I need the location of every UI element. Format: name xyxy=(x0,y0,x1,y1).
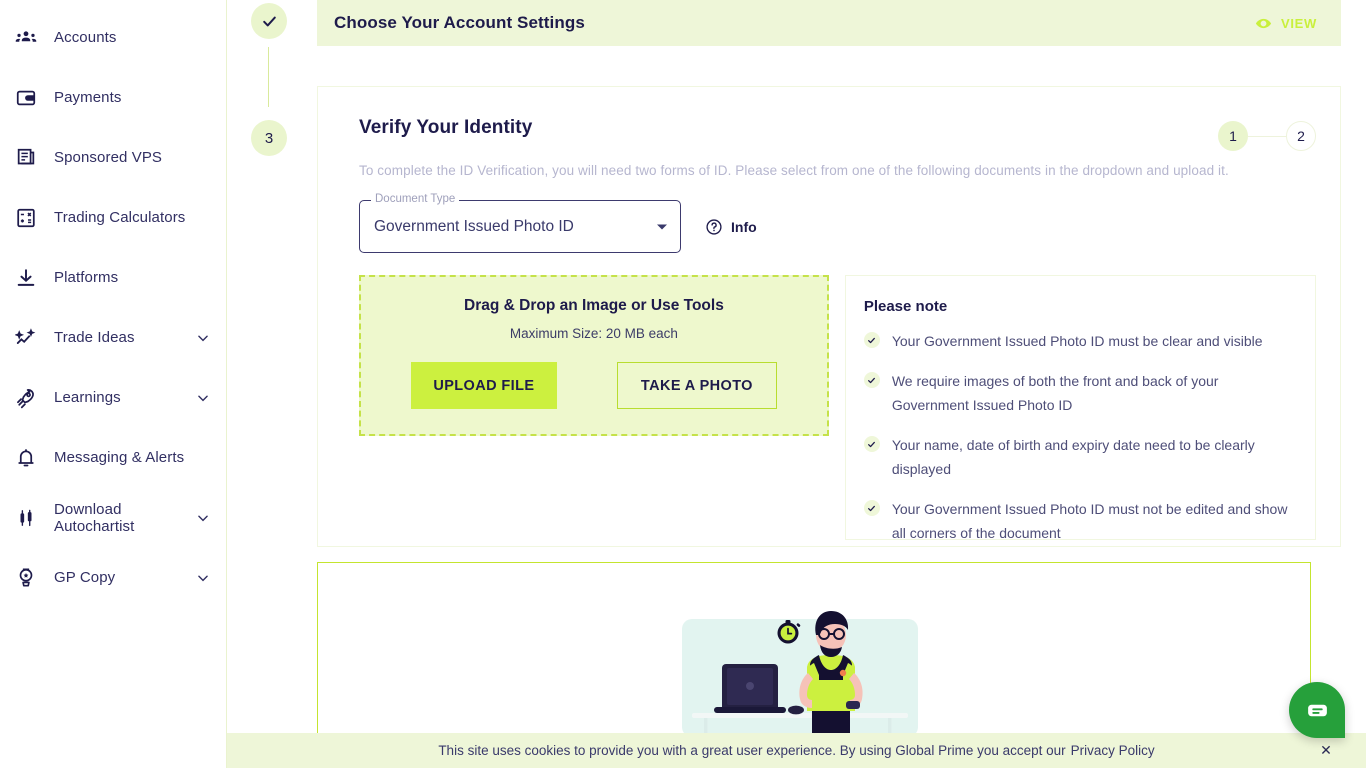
cookie-banner-text: This site uses cookies to provide you wi… xyxy=(438,743,1066,758)
verify-identity-card: Verify Your Identity 1 2 To complete the… xyxy=(317,86,1341,547)
sidebar-item-messaging-alerts[interactable]: Messaging & Alerts xyxy=(0,428,226,488)
chat-button[interactable] xyxy=(1289,682,1345,738)
verify-identity-subtitle: To complete the ID Verification, you wil… xyxy=(359,163,1229,178)
rocket-icon xyxy=(14,386,38,410)
download-icon xyxy=(14,266,38,290)
sidebar-item-label: Messaging & Alerts xyxy=(54,449,185,467)
upload-file-button[interactable]: UPLOAD FILE xyxy=(410,362,557,409)
verify-identity-header: Verify Your Identity 1 2 xyxy=(359,117,1316,151)
close-icon[interactable]: ✕ xyxy=(1318,742,1334,759)
eye-icon xyxy=(1255,15,1272,32)
verify-pager: 1 2 xyxy=(1218,117,1316,151)
page-title: Verify Your Identity xyxy=(359,117,533,138)
sidebar-item-label: Download Autochartist xyxy=(54,500,135,535)
please-note-title: Please note xyxy=(863,298,948,315)
sidebar-item-label: Trading Calculators xyxy=(54,209,186,227)
list-item-text: Your name, date of birth and expiry date… xyxy=(891,437,1255,478)
pager-step-1[interactable]: 1 xyxy=(1218,121,1248,151)
sidebar-item-trade-ideas[interactable]: Trade Ideas xyxy=(0,308,226,368)
sidebar: Accounts Payments Sponsored VPS Trading … xyxy=(0,0,227,768)
pager-step-2[interactable]: 2 xyxy=(1286,121,1316,151)
sidebar-item-download-autochartist[interactable]: Download Autochartist xyxy=(0,488,226,548)
people-icon xyxy=(14,26,38,50)
list-item-text: Your Government Issued Photo ID must be … xyxy=(891,333,1263,349)
sparkle-chart-icon xyxy=(14,326,38,350)
app-root: Accounts Payments Sponsored VPS Trading … xyxy=(0,0,1366,768)
please-note-panel: Please note Your Government Issued Photo… xyxy=(844,275,1316,541)
wallet-icon xyxy=(14,86,38,110)
privacy-policy-link[interactable]: Privacy Policy xyxy=(1071,743,1155,758)
file-dropzone[interactable]: Drag & Drop an Image or Use Tools Maximu… xyxy=(359,275,829,436)
chat-bubble-icon xyxy=(1305,698,1330,723)
list-item: Your Government Issued Photo ID must not… xyxy=(863,497,1297,545)
document-type-row: Document Type Government Issued Photo ID… xyxy=(359,193,1316,253)
info-button[interactable]: Info xyxy=(705,218,757,236)
check-icon xyxy=(863,436,880,453)
list-item: Your Government Issued Photo ID must be … xyxy=(863,329,1297,353)
step-completed-badge xyxy=(251,3,287,39)
cookie-banner: This site uses cookies to provide you wi… xyxy=(227,733,1366,768)
info-button-label: Info xyxy=(731,218,757,235)
onboarding-stepper: 3 xyxy=(251,0,311,768)
upload-and-note-panels: Drag & Drop an Image or Use Tools Maximu… xyxy=(359,275,1316,541)
candlestick-icon xyxy=(14,506,38,530)
chevron-down-icon[interactable] xyxy=(196,511,210,525)
sidebar-item-label: Learnings xyxy=(54,389,121,407)
please-note-list: Your Government Issued Photo ID must be … xyxy=(863,329,1297,546)
document-type-legend: Document Type xyxy=(371,193,460,205)
sidebar-item-label: Trade Ideas xyxy=(54,329,135,347)
medal-icon xyxy=(14,566,38,590)
list-item: We require images of both the front and … xyxy=(863,369,1297,417)
sidebar-item-label: Payments xyxy=(54,89,122,107)
chevron-down-icon[interactable] xyxy=(196,391,210,405)
check-icon xyxy=(261,13,278,30)
sidebar-item-gp-copy[interactable]: GP Copy xyxy=(0,548,226,608)
chevron-down-icon[interactable] xyxy=(657,224,667,229)
question-circle-icon xyxy=(705,218,723,236)
check-icon xyxy=(863,332,880,348)
sidebar-item-learnings[interactable]: Learnings xyxy=(0,368,226,428)
chevron-down-icon[interactable] xyxy=(196,571,210,585)
sidebar-item-platforms[interactable]: Platforms xyxy=(0,248,226,308)
sidebar-item-label: Accounts xyxy=(54,29,117,47)
step-connector-line xyxy=(268,47,269,107)
sidebar-item-sponsored-vps[interactable]: Sponsored VPS xyxy=(0,128,226,188)
step-current-badge: 3 xyxy=(251,120,287,156)
list-item-text: Your Government Issued Photo ID must not… xyxy=(891,501,1288,542)
account-settings-title: Choose Your Account Settings xyxy=(334,13,585,32)
pager-connector xyxy=(1248,135,1286,137)
dropzone-title: Drag & Drop an Image or Use Tools xyxy=(464,297,724,314)
check-icon xyxy=(863,372,880,389)
dropzone-actions: UPLOAD FILE TAKE A PHOTO xyxy=(410,362,777,409)
document-type-select[interactable]: Document Type Government Issued Photo ID xyxy=(359,193,681,253)
sidebar-item-trading-calculators[interactable]: Trading Calculators xyxy=(0,188,226,248)
take-a-photo-button[interactable]: TAKE A PHOTO xyxy=(616,362,777,409)
sidebar-item-label: GP Copy xyxy=(54,569,116,587)
bell-icon xyxy=(14,446,38,470)
main-content: 3 Choose Your Account Settings VIEW Veri… xyxy=(227,0,1366,768)
sidebar-item-accounts[interactable]: Accounts xyxy=(0,8,226,68)
list-item: Your name, date of birth and expiry date… xyxy=(863,433,1297,481)
calculator-icon xyxy=(14,206,38,230)
view-button[interactable]: VIEW xyxy=(1249,11,1323,36)
check-icon xyxy=(863,500,880,517)
account-settings-band: Choose Your Account Settings VIEW xyxy=(317,0,1341,46)
list-item-text: We require images of both the front and … xyxy=(891,373,1219,414)
sidebar-item-label: Sponsored VPS xyxy=(54,149,163,167)
document-type-value: Government Issued Photo ID xyxy=(374,217,574,235)
view-button-label: VIEW xyxy=(1280,15,1317,31)
sidebar-item-label: Platforms xyxy=(54,269,119,287)
sidebar-item-payments[interactable]: Payments xyxy=(0,68,226,128)
server-icon xyxy=(14,146,38,170)
dropzone-subtitle: Maximum Size: 20 MB each xyxy=(509,326,678,341)
chevron-down-icon[interactable] xyxy=(196,331,210,345)
